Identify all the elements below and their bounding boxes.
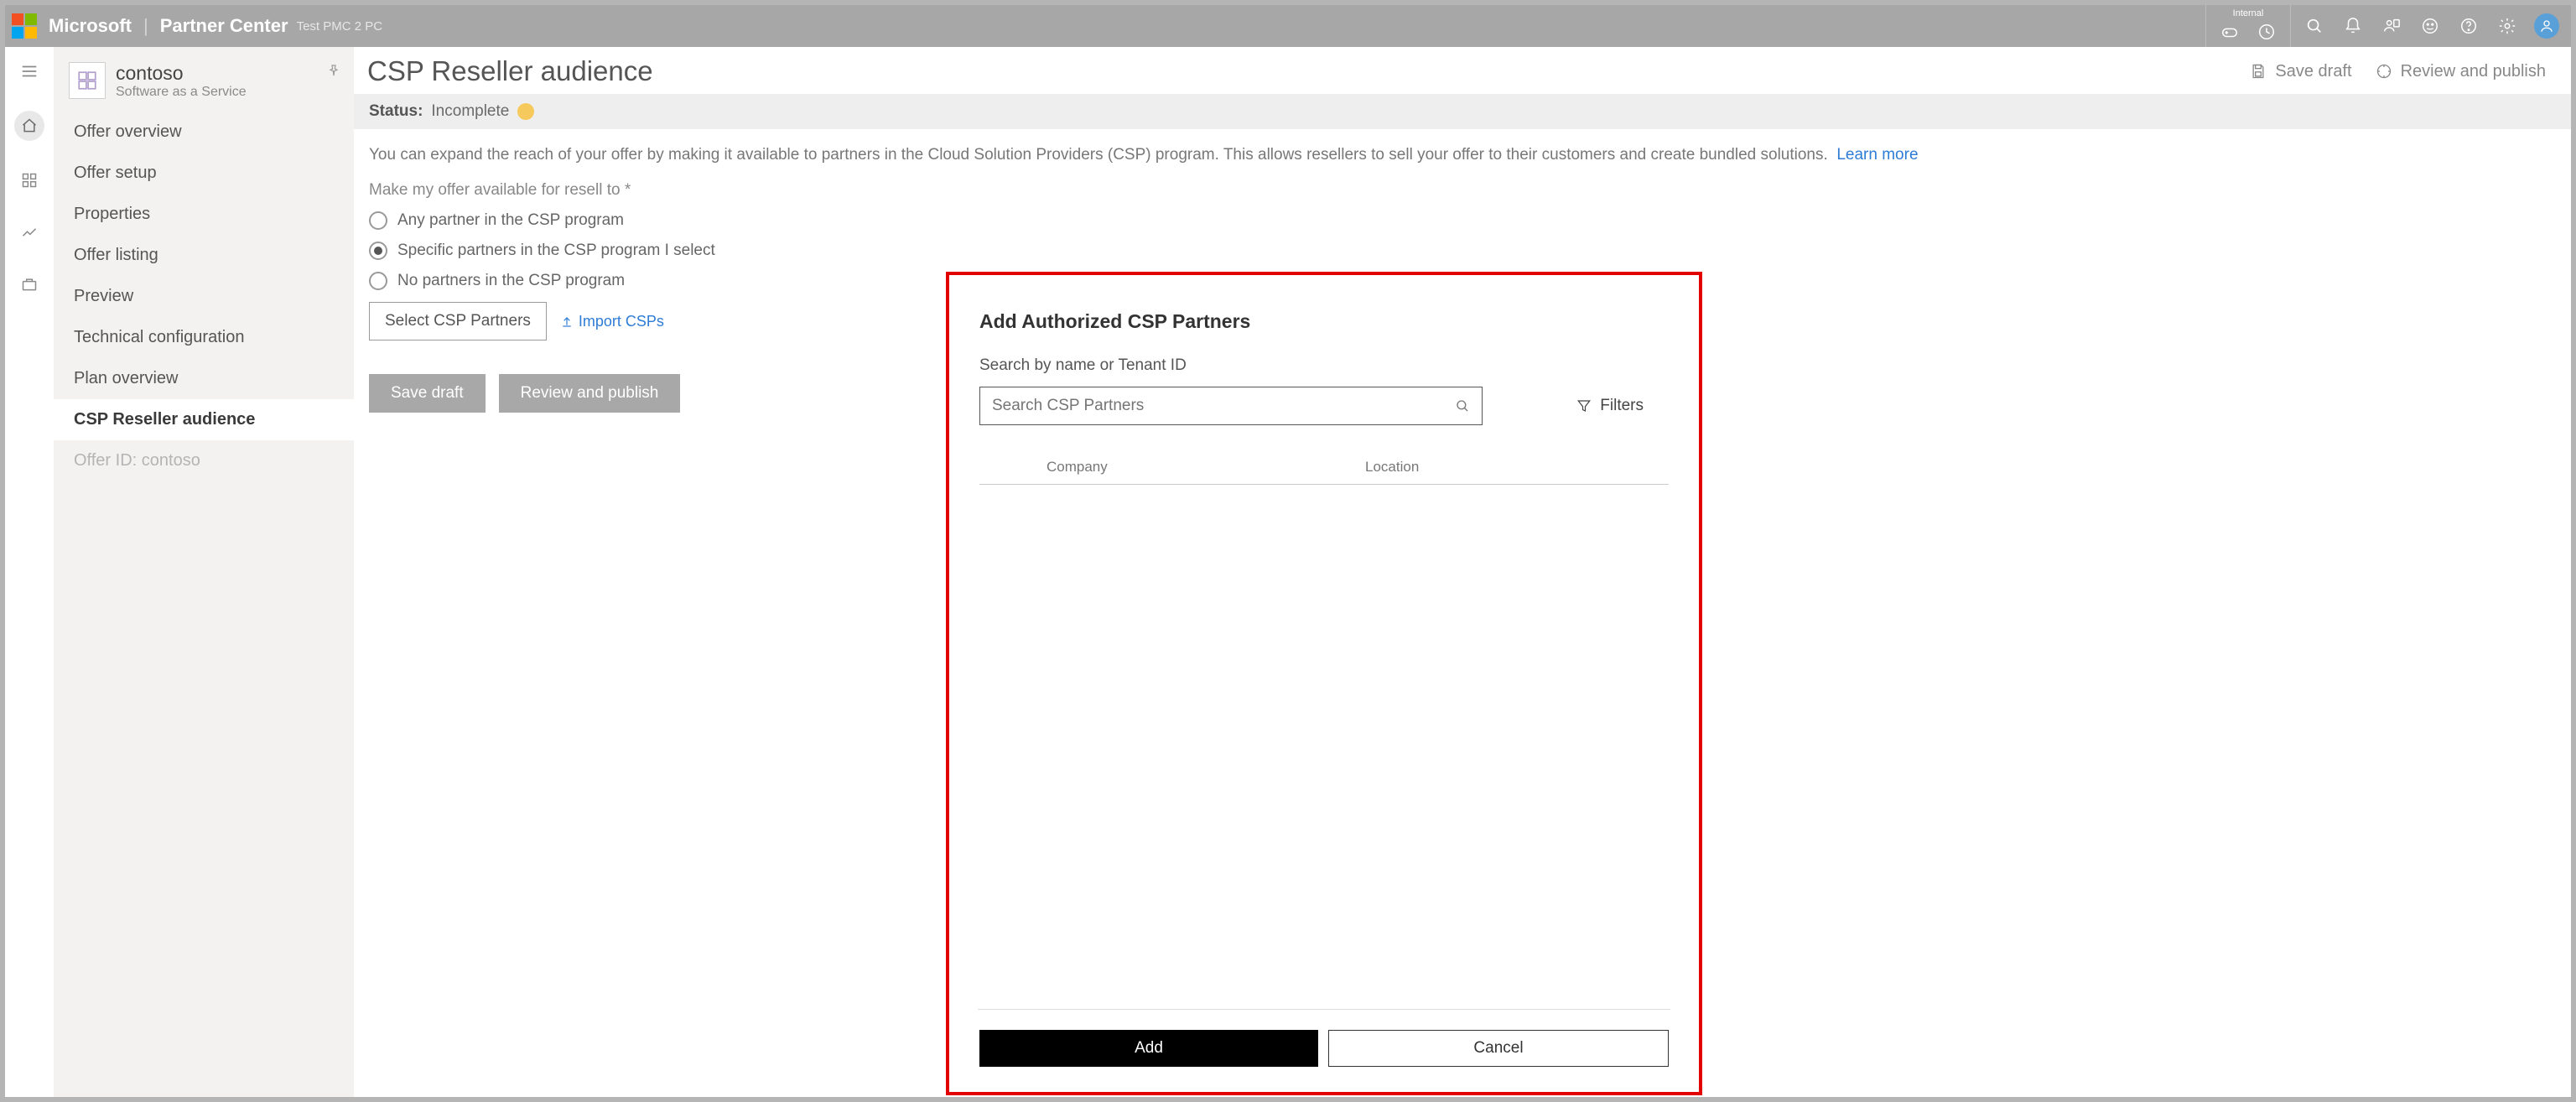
save-draft-button[interactable]: Save draft bbox=[369, 374, 486, 413]
bell-icon[interactable] bbox=[2341, 14, 2365, 38]
column-location: Location bbox=[1365, 459, 1669, 476]
clock-icon[interactable] bbox=[2255, 20, 2278, 44]
offer-name: contoso bbox=[116, 62, 247, 85]
product-label[interactable]: Partner Center bbox=[160, 15, 288, 37]
game-controller-icon[interactable] bbox=[2218, 20, 2241, 44]
page-description: You can expand the reach of your offer b… bbox=[369, 146, 2556, 164]
nav-plan-overview[interactable]: Plan overview bbox=[54, 358, 354, 399]
person-card-icon[interactable] bbox=[2380, 14, 2403, 38]
environment-label: Test PMC 2 PC bbox=[297, 19, 383, 34]
resell-field-label: Make my offer available for resell to * bbox=[369, 181, 2556, 200]
review-and-publish-button[interactable]: Review and publish bbox=[499, 374, 681, 413]
modal-divider bbox=[978, 1009, 1670, 1010]
modal-subtitle: Search by name or Tenant ID bbox=[979, 356, 1669, 375]
add-button[interactable]: Add bbox=[979, 1030, 1318, 1067]
search-csp-partners-input[interactable] bbox=[992, 397, 1455, 415]
filters-button[interactable]: Filters bbox=[1576, 397, 1644, 415]
internal-badge: Internal bbox=[2205, 5, 2290, 47]
results-table-header: Company Location bbox=[979, 450, 1669, 485]
nav-technical-configuration[interactable]: Technical configuration bbox=[54, 317, 354, 358]
home-icon[interactable] bbox=[14, 111, 44, 141]
add-csp-partners-modal: Add Authorized CSP Partners Search by na… bbox=[946, 272, 1702, 1095]
select-csp-partners-button[interactable]: Select CSP Partners bbox=[369, 302, 547, 340]
modal-title: Add Authorized CSP Partners bbox=[979, 310, 1669, 333]
nav-properties[interactable]: Properties bbox=[54, 194, 354, 235]
radio-any-partner[interactable]: Any partner in the CSP program bbox=[369, 211, 2556, 230]
help-icon[interactable] bbox=[2457, 14, 2480, 38]
column-company: Company bbox=[1046, 459, 1365, 476]
icon-rail bbox=[5, 47, 54, 1097]
status-bar: Status: Incomplete bbox=[354, 94, 2571, 129]
page-title: CSP Reseller audience bbox=[367, 55, 653, 87]
nav-preview[interactable]: Preview bbox=[54, 276, 354, 317]
grid-icon[interactable] bbox=[17, 168, 42, 193]
menu-icon[interactable] bbox=[17, 59, 42, 84]
microsoft-logo-icon bbox=[12, 13, 37, 39]
offer-type-label: Software as a Service bbox=[116, 85, 247, 100]
offer-type-icon bbox=[69, 62, 106, 99]
review-publish-action[interactable]: Review and publish bbox=[2376, 62, 2546, 81]
user-avatar[interactable] bbox=[2534, 13, 2559, 39]
nav-offer-listing[interactable]: Offer listing bbox=[54, 235, 354, 276]
nav-offer-overview[interactable]: Offer overview bbox=[54, 112, 354, 153]
nav-offer-setup[interactable]: Offer setup bbox=[54, 153, 354, 194]
pin-icon[interactable] bbox=[327, 64, 340, 77]
import-csps-link[interactable]: Import CSPs bbox=[560, 313, 664, 330]
cancel-button[interactable]: Cancel bbox=[1328, 1030, 1669, 1067]
upload-icon bbox=[560, 314, 574, 328]
chart-icon[interactable] bbox=[17, 220, 42, 245]
status-value: Incomplete bbox=[431, 102, 509, 121]
radio-specific-partners[interactable]: Specific partners in the CSP program I s… bbox=[369, 242, 2556, 260]
nav-csp-reseller-audience[interactable]: CSP Reseller audience bbox=[54, 399, 354, 440]
offer-header: contoso Software as a Service bbox=[54, 47, 354, 112]
publish-icon bbox=[2376, 63, 2392, 80]
save-icon bbox=[2250, 63, 2267, 80]
status-label: Status: bbox=[369, 102, 423, 121]
search-csp-partners-input-wrapper[interactable] bbox=[979, 387, 1483, 425]
side-nav: contoso Software as a Service Offer over… bbox=[54, 47, 354, 1097]
filter-icon bbox=[1576, 398, 1592, 413]
briefcase-icon[interactable] bbox=[17, 272, 42, 297]
search-icon[interactable] bbox=[1455, 398, 1470, 413]
gear-icon[interactable] bbox=[2496, 14, 2519, 38]
status-incomplete-icon bbox=[517, 103, 534, 120]
search-icon[interactable] bbox=[2303, 14, 2326, 38]
top-bar: Microsoft | Partner Center Test PMC 2 PC… bbox=[5, 5, 2571, 47]
learn-more-link[interactable]: Learn more bbox=[1836, 146, 1918, 164]
brand-label: Microsoft bbox=[49, 15, 132, 37]
save-draft-action[interactable]: Save draft bbox=[2250, 62, 2351, 81]
nav-offer-id: Offer ID: contoso bbox=[54, 440, 354, 481]
face-icon[interactable] bbox=[2418, 14, 2442, 38]
